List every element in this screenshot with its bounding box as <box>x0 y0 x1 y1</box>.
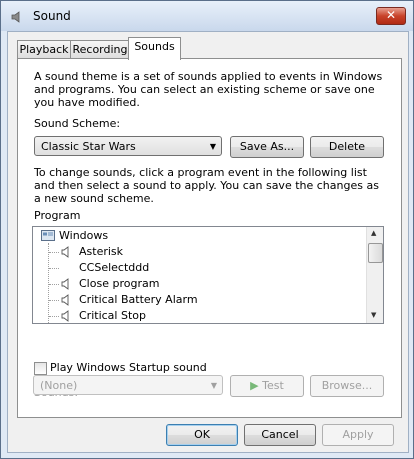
dialog-client: Playback Recording Sounds A sound theme … <box>7 31 409 453</box>
test-label: Test <box>262 379 284 392</box>
sound-scheme-value: Classic Star Wars <box>41 140 136 153</box>
tree-item-critical-battery-alarm[interactable]: Critical Battery Alarm <box>79 292 198 308</box>
program-label: Program <box>34 209 81 222</box>
tree-root-windows[interactable]: Windows <box>59 228 109 244</box>
tree-item-ccselectddd[interactable]: CCSelectddd <box>79 260 149 276</box>
play-icon: ▶ <box>250 379 259 392</box>
intro-text: A sound theme is a set of sounds applied… <box>34 70 383 109</box>
tree-branch <box>49 300 59 301</box>
startup-sound-checkbox[interactable] <box>34 362 47 375</box>
speaker-icon <box>61 278 69 290</box>
cancel-button[interactable]: Cancel <box>244 424 316 446</box>
delete-button[interactable]: Delete <box>310 136 384 158</box>
speaker-icon <box>11 11 20 23</box>
apply-button[interactable]: Apply <box>322 424 394 446</box>
speaker-icon <box>61 310 69 322</box>
sound-scheme-select[interactable]: Classic Star Wars ▼ <box>34 136 222 156</box>
close-icon: ✕ <box>385 8 397 22</box>
instructions-text: To change sounds, click a program event … <box>34 166 379 205</box>
windows-folder-icon <box>41 230 55 241</box>
tree-item-close-program[interactable]: Close program <box>79 276 159 292</box>
scroll-up-icon[interactable]: ▲ <box>371 229 376 237</box>
tree-branch <box>49 316 59 317</box>
sound-scheme-label: Sound Scheme: <box>34 117 121 130</box>
tree-item-critical-stop[interactable]: Critical Stop <box>79 308 146 323</box>
sound-dialog: Sound ✕ Playback Recording Sounds A soun… <box>0 0 414 459</box>
tab-recording[interactable]: Recording <box>70 40 130 59</box>
close-button[interactable]: ✕ <box>376 7 406 25</box>
sounds-value: (None) <box>40 379 78 392</box>
chevron-down-icon: ▼ <box>210 381 217 390</box>
tree-item-asterisk[interactable]: Asterisk <box>79 244 123 260</box>
ok-button[interactable]: OK <box>166 424 238 446</box>
tree-branch <box>49 252 59 253</box>
speaker-icon <box>61 294 69 306</box>
save-as-button[interactable]: Save As... <box>230 136 304 158</box>
browse-button[interactable]: Browse... <box>310 375 384 397</box>
scrollbar-thumb[interactable] <box>368 243 383 263</box>
program-events-list[interactable]: Windows Asterisk CCSelectddd Close progr… <box>32 226 384 324</box>
scroll-down-icon[interactable]: ▼ <box>371 311 376 319</box>
sounds-select[interactable]: (None) ▼ <box>33 375 223 395</box>
tree-branch <box>49 268 59 269</box>
tab-playback[interactable]: Playback <box>17 40 71 59</box>
test-button[interactable]: ▶ Test <box>230 375 304 397</box>
speaker-icon <box>61 246 69 258</box>
title-bar[interactable]: Sound ✕ <box>1 1 413 31</box>
sounds-panel: A sound theme is a set of sounds applied… <box>17 58 402 418</box>
program-list-scrollbar[interactable]: ▲ ▼ <box>366 227 383 323</box>
window-title: Sound <box>33 9 71 23</box>
tree-branch <box>49 284 59 285</box>
tree-connector-line <box>48 243 49 323</box>
chevron-down-icon: ▼ <box>209 142 216 151</box>
startup-sound-label[interactable]: Play Windows Startup sound <box>50 361 207 374</box>
tab-sounds[interactable]: Sounds <box>128 37 181 60</box>
